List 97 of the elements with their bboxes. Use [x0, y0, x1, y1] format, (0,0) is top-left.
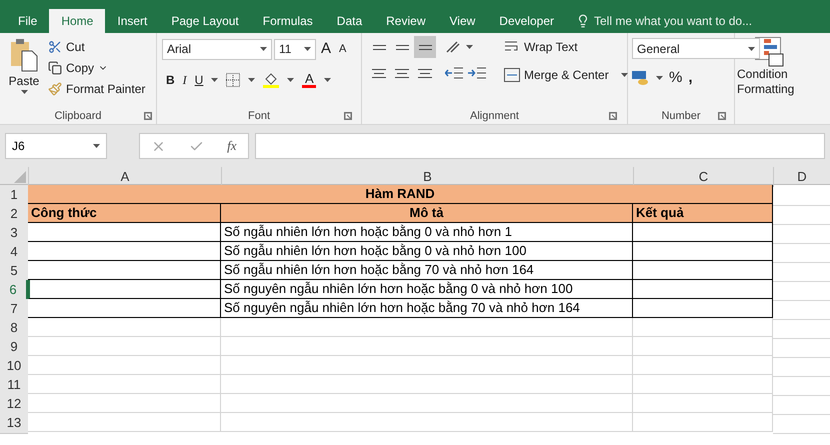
row-header[interactable]: 3: [0, 223, 28, 244]
number-group-label: Number: [661, 108, 701, 124]
wrap-text-button[interactable]: Wrap Text: [504, 36, 628, 58]
table-cell[interactable]: [28, 299, 221, 318]
ribbon-tab[interactable]: View: [438, 9, 488, 33]
caret-icon[interactable]: [656, 76, 663, 80]
format-painter-button[interactable]: Format Painter: [48, 80, 146, 98]
paste-button[interactable]: Paste: [6, 38, 42, 98]
currency-icon[interactable]: [632, 70, 650, 86]
caret-icon[interactable]: [248, 78, 256, 82]
description-cell: Số nguyên ngẫu nhiên lớn hơn hoặc bằng 70 và nhỏ hơn 164: [221, 299, 633, 318]
caret-icon[interactable]: [466, 45, 473, 49]
comma-button[interactable]: ,: [688, 67, 693, 90]
caret-icon[interactable]: [748, 46, 755, 50]
caret-icon[interactable]: [304, 47, 311, 52]
font-name-field[interactable]: Arial: [162, 38, 272, 60]
dialog-launcher-icon[interactable]: [609, 112, 617, 120]
cut-button[interactable]: Cut: [48, 38, 146, 56]
ribbon-tab[interactable]: Data: [324, 9, 374, 33]
row-header[interactable]: 5: [0, 261, 28, 282]
row-header[interactable]: 7: [0, 299, 28, 320]
title-cell: Hàm RAND: [28, 185, 773, 204]
caret-icon[interactable]: [260, 47, 267, 52]
tell-me-field[interactable]: Tell me what you want to do...: [594, 12, 752, 30]
clipboard-icon: [9, 38, 39, 72]
table-cell[interactable]: [28, 280, 221, 299]
percent-button[interactable]: %: [669, 67, 682, 90]
conditional-formatting-label[interactable]: Formatting: [737, 82, 794, 97]
caret-icon[interactable]: [287, 78, 294, 82]
row-header[interactable]: 8: [0, 318, 28, 338]
row-header[interactable]: 11: [0, 375, 28, 396]
description-cell: Số ngẫu nhiên lớn hơn hoặc bằng 70 và nhỏ hơn 164: [221, 261, 633, 280]
ribbon-tab[interactable]: Developer: [487, 9, 566, 33]
description-cell: Số ngẫu nhiên lớn hơn hoặc bằng 0 và nhỏ hơn 100: [221, 242, 633, 261]
ribbon-tab[interactable]: Insert: [105, 9, 160, 33]
copy-icon: [48, 61, 62, 75]
italic-button[interactable]: I: [182, 70, 187, 88]
insert-function-button[interactable]: fx: [227, 136, 237, 156]
header-cell: Công thức: [28, 204, 221, 223]
header-cell: Mô tả: [221, 204, 633, 223]
font-group-label: Font: [248, 108, 270, 124]
scissors-icon: [48, 40, 62, 54]
caret-icon[interactable]: [620, 73, 628, 77]
increase-indent-icon[interactable]: [468, 66, 486, 80]
table-cell[interactable]: [633, 261, 773, 280]
caret-icon[interactable]: [93, 144, 100, 148]
ribbon-tab[interactable]: Home: [49, 9, 106, 33]
fill-color-icon[interactable]: [263, 72, 280, 88]
conditional-formatting-label[interactable]: Condition: [737, 67, 788, 82]
vertical-align-button[interactable]: [414, 36, 436, 58]
underline-button[interactable]: U: [194, 70, 204, 88]
description-cell: Số ngẫu nhiên lớn hơn hoặc bằng 0 và nhỏ hơn 1: [221, 223, 633, 242]
table-cell[interactable]: [633, 223, 773, 242]
grow-font-button[interactable]: A: [318, 38, 334, 60]
table-cell[interactable]: [28, 261, 221, 280]
alignment-group-label: Alignment: [470, 108, 519, 124]
font-size-field[interactable]: 11: [274, 38, 316, 60]
row-header[interactable]: 2: [0, 204, 28, 224]
number-format-field[interactable]: General: [632, 38, 760, 59]
dialog-launcher-icon[interactable]: [344, 112, 352, 120]
lightbulb-icon: [576, 14, 590, 28]
name-box[interactable]: J6: [5, 133, 107, 159]
clipboard-group-label: Clipboard: [54, 108, 102, 124]
caret-icon[interactable]: [20, 90, 28, 94]
dialog-launcher-icon[interactable]: [144, 112, 152, 120]
borders-icon[interactable]: [226, 72, 240, 86]
row-header[interactable]: 1: [0, 185, 28, 206]
bold-button[interactable]: B: [166, 70, 175, 88]
ribbon-tab[interactable]: Page Layout: [159, 9, 251, 33]
row-header[interactable]: 13: [0, 413, 28, 434]
table-cell[interactable]: [28, 242, 221, 261]
decrease-indent-icon[interactable]: [445, 66, 463, 80]
table-cell[interactable]: [633, 242, 773, 261]
ribbon-tab[interactable]: File: [6, 9, 50, 33]
table-cell[interactable]: [633, 280, 773, 299]
table-cell[interactable]: [633, 299, 773, 318]
copy-button[interactable]: Copy: [48, 59, 146, 77]
merge-cells-icon: [504, 68, 520, 82]
row-header[interactable]: 10: [0, 356, 28, 376]
merge-center-button[interactable]: Merge & Center: [504, 64, 628, 86]
row-header[interactable]: 12: [0, 394, 28, 414]
ribbon-tab[interactable]: Formulas: [250, 9, 325, 33]
caret-icon[interactable]: [211, 78, 218, 82]
header-cell: Kết quả: [633, 204, 773, 223]
shrink-font-button[interactable]: A: [336, 41, 350, 58]
ribbon-tab[interactable]: Review: [374, 9, 438, 33]
caret-icon[interactable]: [324, 78, 332, 82]
row-header[interactable]: 9: [0, 337, 28, 358]
conditional-formatting-icon[interactable]: [755, 37, 785, 67]
font-color-button[interactable]: A: [302, 72, 316, 88]
description-cell: Số nguyên ngẫu nhiên lớn hơn hoặc bằng 0 và nhỏ hơn 100: [221, 280, 633, 299]
row-header[interactable]: 6: [0, 280, 28, 300]
dialog-launcher-icon[interactable]: [718, 112, 726, 120]
formula-input-field[interactable]: [255, 133, 825, 159]
row-header[interactable]: 4: [0, 242, 28, 262]
table-cell[interactable]: [28, 223, 221, 242]
paintbrush-icon: [48, 82, 62, 96]
